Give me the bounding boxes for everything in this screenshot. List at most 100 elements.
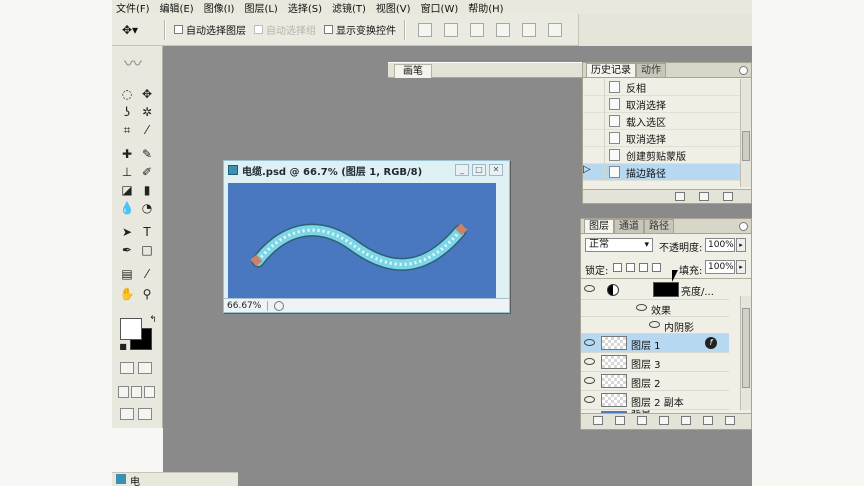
healing-brush-icon[interactable]: ✚	[118, 146, 136, 163]
blend-mode-select[interactable]: 正常	[585, 238, 653, 252]
type-tool-icon[interactable]: T	[138, 224, 156, 241]
history-item-selected[interactable]: ▷ 描边路径	[583, 163, 741, 181]
eye-icon[interactable]	[584, 377, 595, 384]
eye-icon[interactable]	[636, 304, 647, 311]
menu-file[interactable]: 文件(F)	[116, 0, 150, 15]
standard-mode-button[interactable]	[120, 362, 134, 374]
tab-paths[interactable]: 路径	[644, 219, 674, 233]
menu-image[interactable]: 图像(I)	[204, 0, 235, 15]
menu-select[interactable]: 选择(S)	[288, 0, 322, 15]
eye-icon[interactable]	[584, 396, 595, 403]
history-item[interactable]: 反相	[583, 78, 741, 96]
add-mask-icon[interactable]	[637, 416, 647, 425]
screen-mode-standard-button[interactable]	[118, 386, 129, 398]
new-group-icon[interactable]	[681, 416, 691, 425]
layer-effects-row[interactable]: 效果	[581, 300, 729, 317]
opacity-value[interactable]: 100%	[705, 238, 735, 252]
opacity-arrow-icon[interactable]: ▸	[736, 238, 746, 252]
align-right-icon[interactable]	[548, 22, 562, 37]
lock-pixels-icon[interactable]	[626, 263, 635, 272]
delete-state-icon[interactable]	[723, 192, 733, 201]
layers-scroll-thumb[interactable]	[742, 308, 750, 388]
history-item[interactable]: 取消选择	[583, 129, 741, 147]
history-source-cell[interactable]	[583, 78, 605, 96]
foreground-color-swatch[interactable]	[120, 318, 142, 340]
history-source-cell[interactable]	[583, 129, 605, 147]
brush-tab[interactable]: 画笔	[394, 64, 432, 78]
eyedropper-icon[interactable]: ⁄	[138, 266, 156, 283]
maximize-button[interactable]: □	[472, 164, 486, 176]
history-scroll-thumb[interactable]	[742, 131, 750, 161]
zoom-tool-icon[interactable]: ⚲	[138, 286, 156, 303]
auto-select-layer-checkbox[interactable]	[174, 25, 183, 34]
layers-menu-button[interactable]	[739, 222, 748, 231]
new-adjustment-layer-icon[interactable]	[659, 416, 669, 425]
history-source-cell[interactable]	[583, 95, 605, 113]
dodge-tool-icon[interactable]: ◔	[138, 200, 156, 217]
fill-arrow-icon[interactable]: ▸	[736, 260, 746, 274]
zoom-level[interactable]: 66.67%	[227, 300, 269, 311]
layer-row-selected[interactable]: 图层 1 f	[581, 334, 729, 353]
menu-view[interactable]: 视图(V)	[376, 0, 411, 15]
eraser-tool-icon[interactable]: ◪	[118, 182, 136, 199]
align-left-icon[interactable]	[496, 22, 510, 37]
minimized-document-bar[interactable]: 电	[112, 472, 238, 486]
layer-row[interactable]: 图层 3	[581, 353, 729, 372]
tab-history[interactable]: 历史记录	[586, 63, 636, 77]
menu-filter[interactable]: 滤镜(T)	[332, 0, 366, 15]
show-transform-checkbox[interactable]	[324, 25, 333, 34]
blur-tool-icon[interactable]: 💧	[118, 200, 136, 217]
layer-effect-row[interactable]: 内阴影	[581, 317, 729, 334]
document-canvas[interactable]	[228, 183, 496, 299]
layers-scrollbar[interactable]	[740, 296, 751, 410]
menu-layer[interactable]: 图层(L)	[244, 0, 277, 15]
history-item[interactable]: 取消选择	[583, 95, 741, 113]
move-tool-icon[interactable]: ✥	[138, 86, 156, 103]
status-info-icon[interactable]	[274, 300, 285, 311]
align-bottom-icon[interactable]	[470, 22, 484, 37]
layer-row[interactable]: 图层 2	[581, 372, 729, 391]
fx-icon[interactable]: f	[705, 337, 717, 349]
align-top-icon[interactable]	[418, 22, 432, 37]
history-scrollbar[interactable]	[740, 79, 751, 187]
history-source-cell[interactable]	[583, 112, 605, 130]
layer-row-adjustment[interactable]: 亮度/...	[581, 280, 729, 300]
lasso-tool-icon[interactable]: ʖ	[118, 104, 136, 121]
menu-window[interactable]: 窗口(W)	[421, 0, 459, 15]
lock-all-icon[interactable]	[652, 263, 661, 272]
default-colors-icon[interactable]: ■	[114, 338, 132, 355]
marquee-tool-icon[interactable]: ◌	[118, 86, 136, 103]
new-snapshot-icon[interactable]	[699, 192, 709, 201]
history-item[interactable]: 创建剪贴蒙版	[583, 146, 741, 164]
tab-layers[interactable]: 图层	[584, 219, 614, 233]
eye-icon[interactable]	[649, 321, 660, 328]
auto-select-layer-option[interactable]: 自动选择图层	[174, 22, 246, 37]
minimize-button[interactable]: _	[455, 164, 469, 176]
align-hcenter-icon[interactable]	[522, 22, 536, 37]
clone-stamp-icon[interactable]: ⊥	[118, 164, 136, 181]
history-brush-icon[interactable]: ✐	[138, 164, 156, 181]
auto-select-group-option[interactable]: 自动选择组	[254, 22, 316, 37]
layer-mask-thumb[interactable]	[653, 282, 679, 297]
new-layer-icon[interactable]	[703, 416, 713, 425]
swap-colors-icon[interactable]: ↰	[144, 312, 162, 329]
lock-transparency-icon[interactable]	[613, 263, 622, 272]
brush-tool-icon[interactable]: ✎	[138, 146, 156, 163]
notes-tool-icon[interactable]: ▤	[118, 266, 136, 283]
history-item[interactable]: 载入选区	[583, 112, 741, 130]
screen-mode-menu-button[interactable]	[131, 386, 142, 398]
delete-layer-icon[interactable]	[725, 416, 735, 425]
quick-mask-button[interactable]	[138, 362, 152, 374]
tab-actions[interactable]: 动作	[636, 63, 666, 77]
auto-select-group-checkbox[interactable]	[254, 25, 263, 34]
link-layers-icon[interactable]	[593, 416, 603, 425]
new-document-from-state-icon[interactable]	[675, 192, 685, 201]
eye-icon[interactable]	[584, 339, 595, 346]
history-source-cell[interactable]	[583, 146, 605, 164]
add-layer-style-icon[interactable]	[615, 416, 625, 425]
fill-value[interactable]: 100%	[705, 260, 735, 274]
history-menu-button[interactable]	[739, 66, 748, 75]
menu-edit[interactable]: 编辑(E)	[160, 0, 194, 15]
close-button[interactable]: ✕	[489, 164, 503, 176]
screen-mode-full-button[interactable]	[144, 386, 155, 398]
